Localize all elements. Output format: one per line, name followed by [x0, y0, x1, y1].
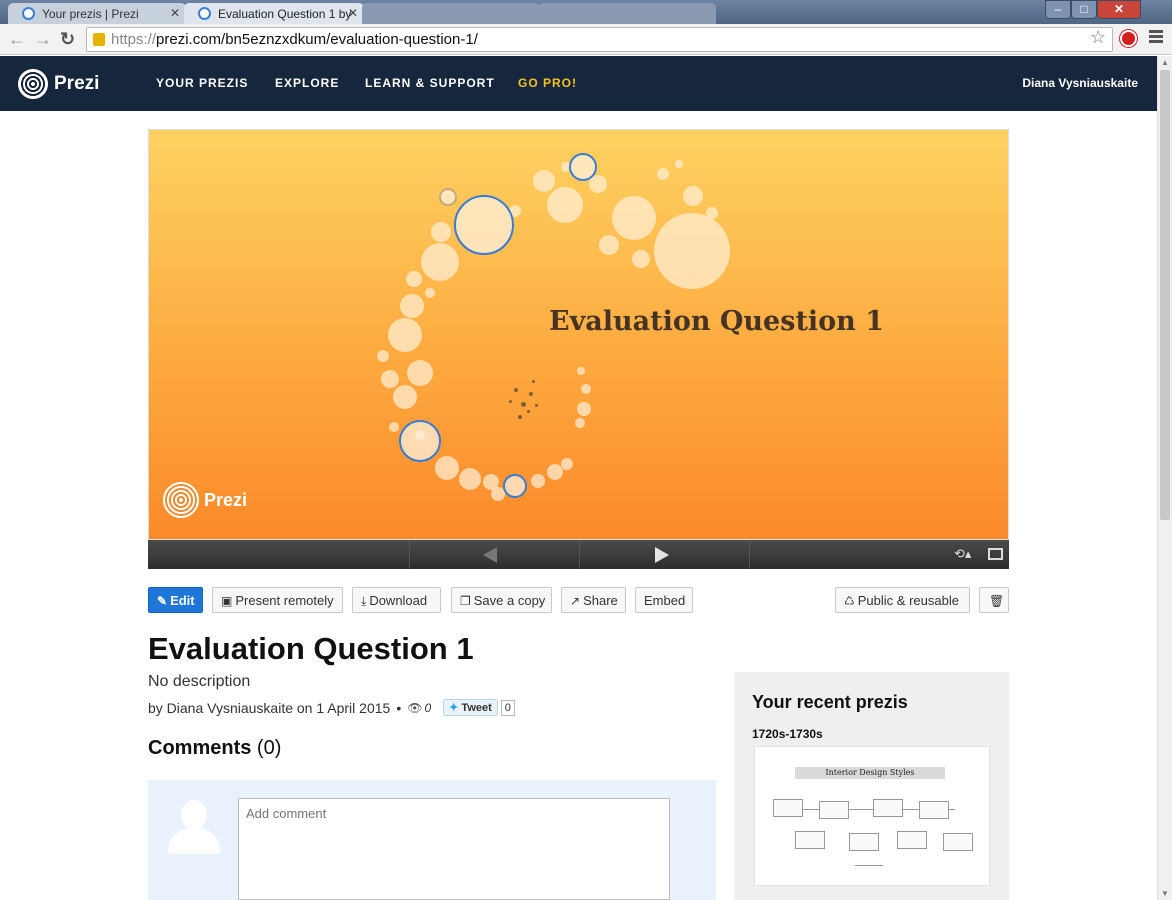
- prezi-favicon-icon: [22, 7, 35, 20]
- reload-icon[interactable]: ↻: [60, 29, 75, 49]
- nav-go-pro[interactable]: GO PRO!: [518, 76, 577, 90]
- scroll-down-icon[interactable]: ▼: [1161, 889, 1169, 898]
- prezi-logo[interactable]: Prezi: [18, 68, 99, 100]
- menu-icon[interactable]: [1149, 30, 1163, 45]
- slide-frame-thumbnail[interactable]: [503, 474, 527, 498]
- eye-icon: 👁: [407, 700, 423, 715]
- scroll-up-icon[interactable]: ▲: [1161, 58, 1169, 67]
- viewer-controls: ⟲▴: [148, 540, 1009, 569]
- pencil-icon: ✎: [157, 594, 168, 608]
- autoplay-icon[interactable]: ⟲▴: [954, 546, 971, 562]
- prezi-logo-icon: [163, 482, 199, 518]
- tweet-button[interactable]: ✦ Tweet: [443, 699, 498, 716]
- present-remotely-button[interactable]: ▣ Present remotely: [212, 587, 343, 613]
- tweet-count: 0: [500, 699, 515, 716]
- edit-button[interactable]: ✎ Edit: [148, 587, 203, 613]
- bookmark-star-icon[interactable]: ☆: [1090, 27, 1106, 48]
- nav-your-prezis[interactable]: YOUR PREZIS: [156, 76, 248, 90]
- slide-frame-thumbnail[interactable]: [454, 195, 514, 255]
- copy-icon: ❐: [460, 594, 471, 608]
- browser-tab-3[interactable]: [362, 3, 540, 24]
- next-arrow-icon[interactable]: [655, 547, 669, 563]
- logo-text: Prezi: [54, 73, 100, 94]
- slide-title: Evaluation Question 1: [549, 306, 884, 337]
- tab-title: Evaluation Question 1 by: [218, 7, 352, 21]
- trash-icon: 🗑: [989, 594, 1005, 608]
- author-date: by Diana Vysniauskaite on 1 April 2015: [148, 699, 391, 716]
- share-label: Share: [583, 593, 618, 608]
- close-icon[interactable]: ✕: [348, 6, 358, 20]
- save-copy-label: Save a copy: [473, 593, 546, 608]
- separator-dot: •: [396, 699, 402, 716]
- public-reusable-button[interactable]: ♺ Public & reusable: [835, 587, 970, 613]
- prev-arrow-icon[interactable]: [483, 547, 497, 563]
- nav-learn-support[interactable]: LEARN & SUPPORT: [365, 76, 495, 90]
- back-arrow-icon[interactable]: ←: [8, 29, 26, 49]
- browser-tab-bar: Your prezis | Prezi ✕ Evaluation Questio…: [0, 0, 1172, 24]
- lock-icon: [93, 33, 105, 46]
- delete-button[interactable]: 🗑: [979, 587, 1009, 613]
- public-reusable-label: Public & reusable: [857, 593, 959, 608]
- recycle-icon: ♺: [844, 594, 855, 608]
- monitor-icon: ▣: [221, 594, 233, 608]
- extension-icon[interactable]: [1120, 30, 1137, 47]
- browser-tab-evaluation[interactable]: Evaluation Question 1 by ✕: [184, 3, 364, 24]
- presentation-description: No description: [148, 673, 251, 690]
- embed-label: Embed: [644, 593, 686, 608]
- fullscreen-icon[interactable]: [988, 548, 1003, 560]
- prezi-logo-icon: [18, 69, 48, 99]
- browser-tab-4[interactable]: [538, 3, 716, 24]
- browser-tab-your-prezis[interactable]: Your prezis | Prezi ✕: [8, 3, 186, 24]
- presentation-viewer[interactable]: Evaluation Question 1 Prezi: [148, 129, 1009, 540]
- twitter-bird-icon: ✦: [449, 702, 459, 714]
- presentation-title: Evaluation Question 1: [148, 631, 474, 666]
- browser-toolbar: ← → ↻ https://prezi.com/bn5eznzxdkum/eva…: [0, 24, 1172, 55]
- comments-label: Comments: [148, 737, 252, 759]
- edit-label: Edit: [170, 593, 195, 608]
- tab-title: Your prezis | Prezi: [42, 7, 139, 21]
- avatar: [166, 798, 222, 854]
- slide-prezi-logo: Prezi: [163, 482, 247, 518]
- save-copy-button[interactable]: ❐ Save a copy: [451, 587, 552, 613]
- download-button[interactable]: ⤓ Download: [352, 587, 441, 613]
- scroll-thumb[interactable]: [1160, 70, 1170, 520]
- download-icon: ⤓: [361, 594, 367, 608]
- slide-frame-thumbnail[interactable]: [399, 420, 441, 462]
- url-text: prezi.com/bn5eznzxdkum/evaluation-questi…: [156, 31, 478, 48]
- view-count: 0: [424, 700, 432, 715]
- tweet-label: Tweet: [461, 702, 492, 714]
- recent-prezi-thumbnail[interactable]: Interior Design Styles: [754, 746, 990, 886]
- forward-arrow-icon[interactable]: →: [34, 29, 52, 49]
- close-window-button[interactable]: ✕: [1097, 0, 1141, 19]
- thumb-banner: Interior Design Styles: [795, 767, 945, 779]
- share-icon: ↗: [570, 594, 581, 608]
- presentation-meta: by Diana Vysniauskaite on 1 April 2015 •…: [148, 699, 515, 716]
- site-navbar: Prezi YOUR PREZIS EXPLORE LEARN & SUPPOR…: [0, 56, 1157, 111]
- recent-prezis-panel: Your recent prezis 1720s-1730s Interior …: [734, 672, 1009, 900]
- comments-count: (0): [256, 737, 282, 759]
- recent-prezi-name[interactable]: 1720s-1730s: [752, 727, 823, 741]
- slide-frame-thumbnail[interactable]: [439, 188, 457, 206]
- slide-frame-thumbnail[interactable]: [569, 153, 597, 181]
- address-bar[interactable]: https://prezi.com/bn5eznzxdkum/evaluatio…: [86, 27, 1113, 52]
- close-icon[interactable]: ✕: [170, 6, 180, 20]
- minimize-button[interactable]: –: [1045, 0, 1071, 19]
- share-button[interactable]: ↗ Share: [561, 587, 626, 613]
- comment-input[interactable]: [238, 798, 670, 900]
- comment-form: [148, 780, 716, 900]
- slide-logo-text: Prezi: [204, 489, 248, 510]
- embed-button[interactable]: Embed: [635, 587, 693, 613]
- comments-heading: Comments (0): [148, 737, 281, 760]
- recent-prezis-heading: Your recent prezis: [752, 692, 908, 712]
- page-scrollbar[interactable]: ▲ ▼: [1157, 56, 1172, 900]
- prezi-favicon-icon: [198, 7, 211, 20]
- url-scheme: https://: [111, 31, 157, 48]
- present-remotely-label: Present remotely: [235, 593, 334, 608]
- nav-explore[interactable]: EXPLORE: [275, 76, 339, 90]
- user-menu[interactable]: Diana Vysniauskaite: [1022, 76, 1138, 90]
- download-label: Download: [369, 593, 428, 608]
- maximize-button[interactable]: □: [1071, 0, 1097, 19]
